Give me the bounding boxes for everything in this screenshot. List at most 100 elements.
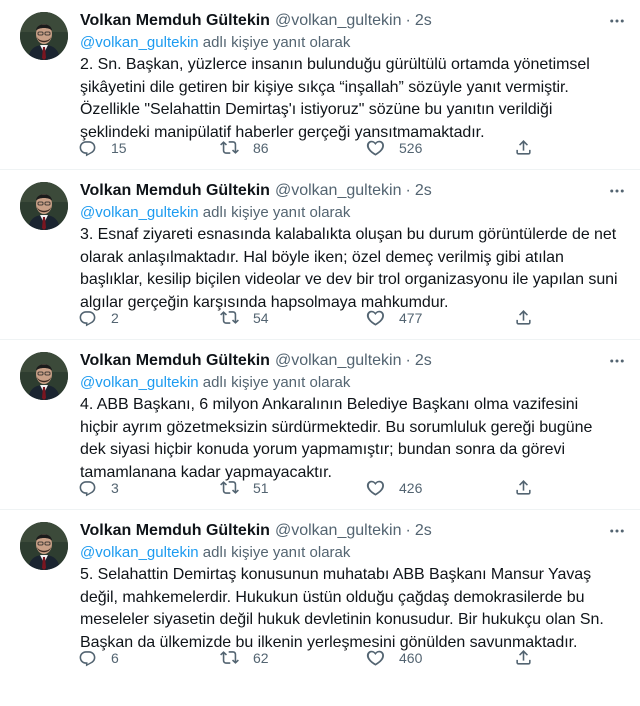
author-handle[interactable]: @volkan_gultekin (275, 350, 402, 372)
more-icon[interactable] (598, 520, 626, 542)
reply-mention-link[interactable]: @volkan_gultekin (80, 34, 199, 51)
like-count: 477 (399, 309, 423, 326)
retweet-button[interactable]: 54 (220, 308, 269, 327)
more-icon[interactable] (598, 180, 626, 202)
separator-dot: · (405, 522, 411, 539)
avatar[interactable] (20, 182, 68, 230)
tweet[interactable]: Volkan Memduh Gültekin @volkan_gultekin … (0, 170, 640, 340)
tweet-content: Volkan Memduh Gültekin @volkan_gultekin … (80, 10, 626, 144)
heart-icon (366, 650, 384, 666)
more-icon[interactable] (598, 350, 626, 372)
reply-icon (79, 651, 96, 667)
retweet-button[interactable]: 62 (220, 648, 269, 667)
tweet-thread: Volkan Memduh Gültekin @volkan_gultekin … (0, 0, 640, 680)
reply-button[interactable]: 3 (78, 478, 119, 497)
reply-button[interactable]: 2 (78, 308, 119, 327)
author-name[interactable]: Volkan Memduh Gültekin (80, 350, 270, 372)
avatar-photo (20, 182, 68, 230)
author-handle[interactable]: @volkan_gultekin (275, 10, 402, 32)
author-name[interactable]: Volkan Memduh Gültekin (80, 10, 270, 32)
tweet-text-line: hiçbir ayrım gözetmeksizin sürdürmektedi… (80, 418, 593, 436)
reply-count: 2 (111, 309, 119, 326)
retweet-count: 62 (253, 649, 269, 666)
tweet[interactable]: Volkan Memduh Gültekin @volkan_gultekin … (0, 340, 640, 510)
tweet-content: Volkan Memduh Gültekin @volkan_gultekin … (80, 520, 626, 654)
tweet-header: Volkan Memduh Gültekin @volkan_gultekin … (80, 350, 626, 372)
reply-count: 15 (111, 139, 127, 156)
retweet-icon (220, 311, 239, 324)
tweet-content: Volkan Memduh Gültekin @volkan_gultekin … (80, 180, 626, 314)
retweet-button[interactable]: 51 (220, 478, 269, 497)
author-name[interactable]: Volkan Memduh Gültekin (80, 520, 270, 542)
reply-context: @volkan_gultekin adlı kişiye yanıt olara… (80, 373, 626, 393)
author-handle[interactable]: @volkan_gultekin (275, 180, 402, 202)
tweet-text-line: şikâyetini dile getiren bir kişiye sıkça… (80, 78, 569, 96)
reply-icon (79, 311, 96, 327)
reply-context-text: adlı kişiye yanıt olarak (198, 204, 351, 221)
retweet-count: 86 (253, 139, 269, 156)
timestamp[interactable]: 2s (415, 520, 432, 542)
avatar[interactable] (20, 12, 68, 60)
tweet-text: 4. ABB Başkanı, 6 milyon Ankaralının Bel… (80, 394, 626, 484)
tweet[interactable]: Volkan Memduh Gültekin @volkan_gultekin … (0, 510, 640, 680)
like-button[interactable]: 460 (366, 648, 422, 667)
more-icon[interactable] (598, 10, 626, 32)
share-icon (516, 480, 531, 495)
retweet-count: 51 (253, 479, 269, 496)
tweet-text: 3. Esnaf ziyareti esnasında kalabalıkta … (80, 224, 626, 314)
share-icon (516, 140, 531, 155)
retweet-button[interactable]: 86 (220, 138, 269, 157)
reply-context: @volkan_gultekin adlı kişiye yanıt olara… (80, 203, 626, 223)
tweet-header: Volkan Memduh Gültekin @volkan_gultekin … (80, 10, 626, 32)
tweet-header: Volkan Memduh Gültekin @volkan_gultekin … (80, 520, 626, 542)
avatar-photo (20, 522, 68, 570)
heart-icon (366, 310, 384, 326)
like-count: 460 (399, 649, 423, 666)
share-button[interactable] (514, 648, 533, 667)
reply-mention-link[interactable]: @volkan_gultekin (80, 374, 199, 391)
separator-dot: · (405, 352, 411, 369)
reply-context: @volkan_gultekin adlı kişiye yanıt olara… (80, 33, 626, 53)
like-button[interactable]: 526 (366, 138, 422, 157)
heart-icon (366, 140, 384, 156)
retweet-count: 54 (253, 309, 269, 326)
like-button[interactable]: 477 (366, 308, 422, 327)
share-button[interactable] (514, 308, 533, 327)
timestamp[interactable]: 2s (415, 180, 432, 202)
like-button[interactable]: 426 (366, 478, 422, 497)
reply-count: 3 (111, 479, 119, 496)
share-button[interactable] (514, 138, 533, 157)
tweet-text-line: değil, mahkemelerdir. Hukukun üstün oldu… (80, 588, 585, 606)
separator-dot: · (405, 182, 411, 199)
tweet-actions: 2 54 477 (78, 308, 538, 330)
tweet-text-line: 5. Selahattin Demirtaş konusunun muhatab… (80, 566, 592, 583)
timestamp[interactable]: 2s (415, 10, 432, 32)
avatar[interactable] (20, 352, 68, 400)
timestamp[interactable]: 2s (415, 350, 432, 372)
retweet-icon (220, 651, 239, 664)
avatar-photo (20, 352, 68, 400)
tweet-content: Volkan Memduh Gültekin @volkan_gultekin … (80, 350, 626, 484)
tweet-text-line: dek siyasi hiçbir konuda yorum yapmamışt… (80, 441, 565, 458)
reply-count: 6 (111, 649, 119, 666)
reply-mention-link[interactable]: @volkan_gultekin (80, 544, 199, 561)
avatar-photo (20, 12, 68, 60)
reply-button[interactable]: 6 (78, 648, 119, 667)
tweet-text-line: Özellikle "Selahattin Demirtaş'ı istiyor… (80, 101, 553, 118)
tweet-actions: 15 86 526 (78, 138, 538, 160)
tweet-text-line: 4. ABB Başkanı, 6 milyon Ankaralının Bel… (80, 396, 579, 413)
reply-button[interactable]: 15 (78, 138, 127, 157)
author-name[interactable]: Volkan Memduh Gültekin (80, 180, 270, 202)
retweet-icon (220, 481, 239, 494)
share-button[interactable] (514, 478, 533, 497)
tweet-header: Volkan Memduh Gültekin @volkan_gultekin … (80, 180, 626, 202)
author-handle[interactable]: @volkan_gultekin (275, 520, 402, 542)
share-icon (516, 310, 531, 325)
reply-mention-link[interactable]: @volkan_gultekin (80, 204, 199, 221)
avatar[interactable] (20, 522, 68, 570)
tweet-text-line: meseleler siyasetin değil hukuk devletin… (80, 611, 604, 628)
tweet-text: 5. Selahattin Demirtaş konusunun muhatab… (80, 564, 626, 654)
tweet[interactable]: Volkan Memduh Gültekin @volkan_gultekin … (0, 0, 640, 170)
separator-dot: · (405, 12, 411, 29)
tweet-text-line: 2. Sn. Başkan, yüzlerce insanın bulunduğ… (80, 56, 590, 73)
